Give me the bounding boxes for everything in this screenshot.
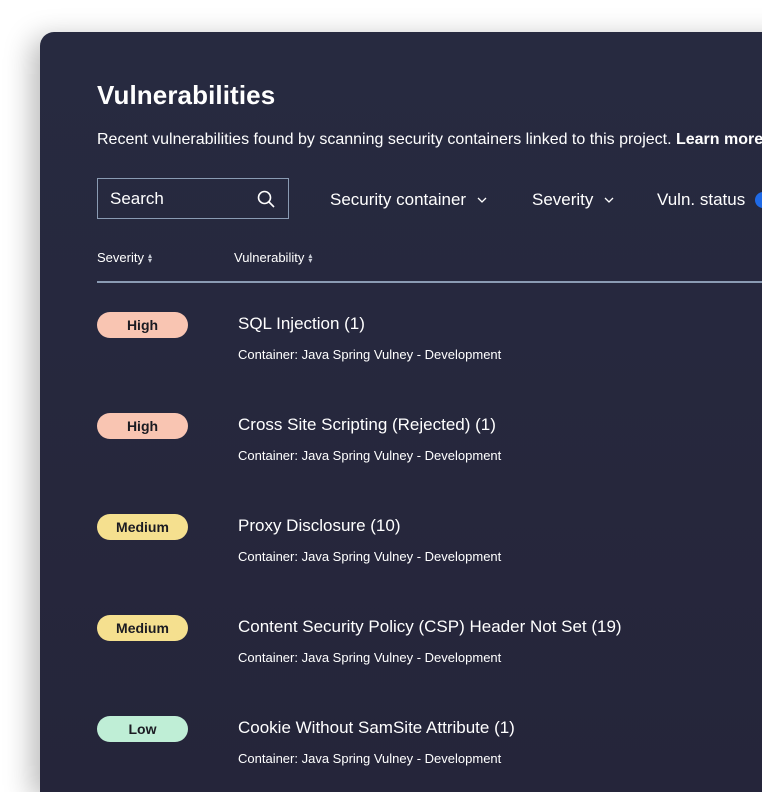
column-header-severity[interactable]: Severity ▴ ▾	[97, 250, 152, 265]
table-row[interactable]: Low Cookie Without SamSite Attribute (1)…	[97, 716, 762, 786]
column-header-vulnerability[interactable]: Vulnerability ▴ ▾	[234, 250, 312, 265]
sort-icon: ▴ ▾	[147, 250, 152, 265]
column-label: Vulnerability	[234, 250, 305, 265]
vulnerability-name[interactable]: Content Security Policy (CSP) Header Not…	[238, 617, 622, 637]
severity-badge: High	[97, 413, 188, 439]
filter-label: Vuln. status	[657, 190, 746, 209]
vulnerability-container: Container: Java Spring Vulney - Developm…	[238, 448, 502, 463]
search-input[interactable]	[110, 188, 240, 209]
learn-more-link[interactable]: Learn more	[676, 131, 762, 148]
table-row[interactable]: Medium Proxy Disclosure (10) Container: …	[97, 514, 762, 584]
filter-label: Severity	[532, 190, 594, 209]
vulnerability-container: Container: Java Spring Vulney - Developm…	[238, 650, 502, 665]
severity-badge: Medium	[97, 615, 188, 641]
vulnerability-container: Container: Java Spring Vulney - Developm…	[238, 751, 502, 766]
vulnerability-container: Container: Java Spring Vulney - Developm…	[238, 347, 502, 362]
search-box[interactable]	[97, 178, 289, 219]
chevron-down-icon	[477, 197, 487, 203]
panel-content: Vulnerabilities Recent vulnerabilities f…	[40, 32, 762, 792]
severity-badge: High	[97, 312, 188, 338]
search-icon[interactable]	[256, 189, 276, 209]
chevron-down-icon	[604, 197, 614, 203]
vulnerability-name[interactable]: Cookie Without SamSite Attribute (1)	[238, 718, 515, 738]
page-title: Vulnerabilities	[97, 80, 276, 110]
table-header-divider	[97, 281, 762, 283]
sort-icon: ▴ ▾	[308, 250, 313, 265]
vulnerability-name[interactable]: SQL Injection (1)	[238, 314, 365, 334]
table-row[interactable]: High Cross Site Scripting (Rejected) (1)…	[97, 413, 762, 483]
status-indicator-icon	[755, 192, 762, 208]
filter-severity[interactable]: Severity	[532, 190, 615, 210]
severity-badge: Low	[97, 716, 188, 742]
filter-label: Security container	[330, 190, 467, 209]
vulnerability-name[interactable]: Cross Site Scripting (Rejected) (1)	[238, 415, 496, 435]
severity-badge: Medium	[97, 514, 188, 540]
column-label: Severity	[97, 250, 144, 265]
description-text: Recent vulnerabilities found by scanning…	[97, 131, 672, 148]
filter-vuln-status[interactable]: Vuln. status	[657, 190, 762, 210]
table-row[interactable]: Medium Content Security Policy (CSP) Hea…	[97, 615, 762, 685]
table-row[interactable]: High SQL Injection (1) Container: Java S…	[97, 312, 762, 382]
vulnerability-name[interactable]: Proxy Disclosure (10)	[238, 516, 401, 536]
page-description: Recent vulnerabilities found by scanning…	[97, 131, 762, 149]
vulnerability-container: Container: Java Spring Vulney - Developm…	[238, 549, 502, 564]
filter-security-container[interactable]: Security container	[330, 190, 488, 210]
